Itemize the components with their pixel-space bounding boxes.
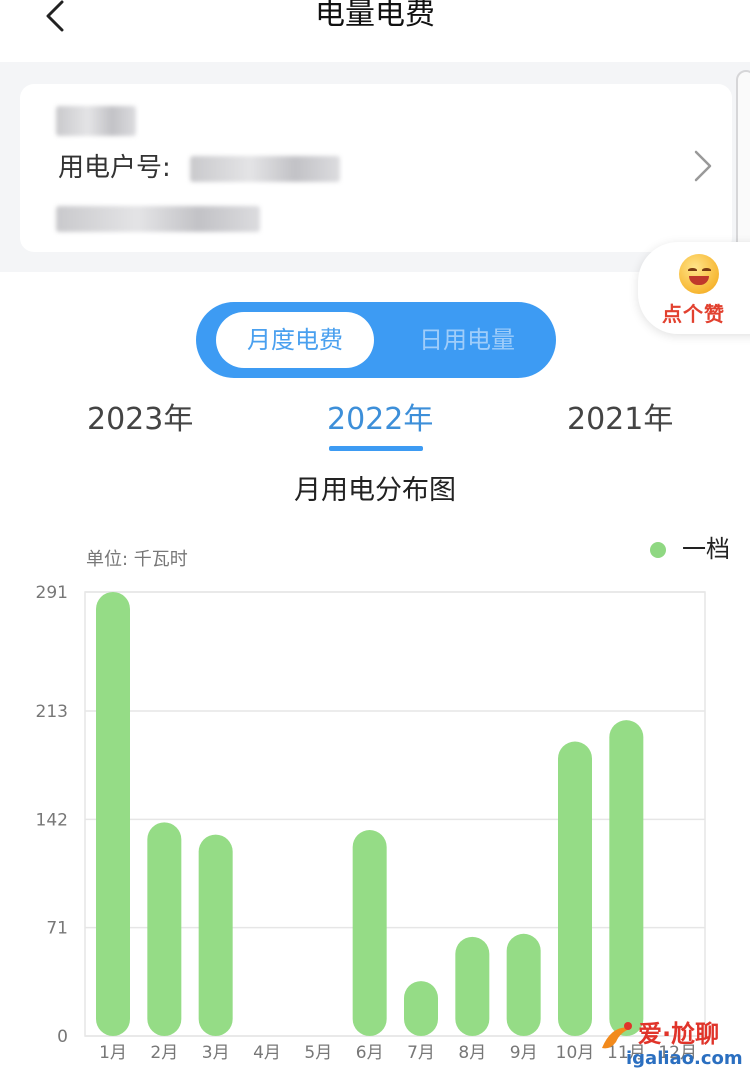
chevron-right-icon: [694, 150, 712, 182]
year-tab-2021[interactable]: 2021年: [567, 398, 673, 442]
bar-9: [506, 933, 541, 1036]
bar-2: [147, 822, 182, 1036]
bar-11: [609, 720, 644, 1036]
y-tick-label: 0: [57, 1027, 68, 1047]
like-button[interactable]: 点个赞: [638, 242, 750, 334]
header: 电量电费: [0, 0, 750, 62]
year-tab-indicator: [329, 446, 423, 451]
smile-face-icon: [679, 254, 719, 294]
account-number-label: 用电户号:: [58, 153, 171, 183]
legend-label: 一档: [682, 535, 730, 563]
tab-monthly-fee[interactable]: 月度电费: [216, 312, 374, 368]
x-tick-label: 8月: [458, 1043, 486, 1063]
bar-6: [352, 830, 387, 1036]
watermark-url: igaliao.com: [626, 1048, 743, 1069]
y-tick-label: 291: [36, 583, 68, 603]
bar-1: [96, 592, 130, 1036]
bar-3: [198, 834, 233, 1036]
side-panel-edge: [736, 70, 750, 270]
chart-unit-label: 单位: 千瓦时: [86, 549, 188, 570]
bar-8: [455, 936, 490, 1036]
x-tick-label: 4月: [253, 1043, 281, 1063]
like-button-label: 点个赞: [662, 302, 725, 326]
year-tab-2022[interactable]: 2022年: [327, 398, 433, 442]
page-title: 电量电费: [315, 0, 435, 32]
account-name-redacted: [56, 106, 136, 136]
x-tick-label: 1月: [99, 1043, 127, 1063]
bar-10: [558, 741, 592, 1036]
tab-daily-usage[interactable]: 日用电量: [392, 312, 542, 368]
site-watermark: 爱·尬聊 igaliao.com: [598, 1010, 748, 1080]
x-tick-label: 2月: [150, 1043, 178, 1063]
view-toggle: 月度电费 日用电量: [196, 302, 556, 378]
x-tick-label: 3月: [202, 1043, 230, 1063]
x-tick-label: 10月: [556, 1043, 595, 1063]
account-address-redacted: [56, 206, 260, 232]
watermark-title: 爱·尬聊: [638, 1020, 720, 1048]
chart-title: 月用电分布图: [294, 475, 456, 506]
bar-7: [404, 981, 438, 1036]
y-tick-label: 213: [36, 702, 68, 722]
x-tick-label: 6月: [356, 1043, 384, 1063]
monthly-usage-chart: 2912131427101月 2月 3月 4月 5月 6月 7月 8月 9月 10月 11月 12月: [36, 583, 706, 1063]
y-tick-label: 142: [36, 810, 68, 830]
account-card[interactable]: 用电户号:: [20, 84, 732, 252]
x-tick-label: 9月: [510, 1043, 538, 1063]
year-tab-2023[interactable]: 2023年: [87, 398, 193, 442]
x-tick-label: 5月: [304, 1043, 332, 1063]
legend-swatch: [650, 542, 666, 558]
y-tick-label: 71: [46, 919, 68, 939]
account-number-redacted: [190, 156, 340, 182]
x-tick-label: 7月: [407, 1043, 435, 1063]
